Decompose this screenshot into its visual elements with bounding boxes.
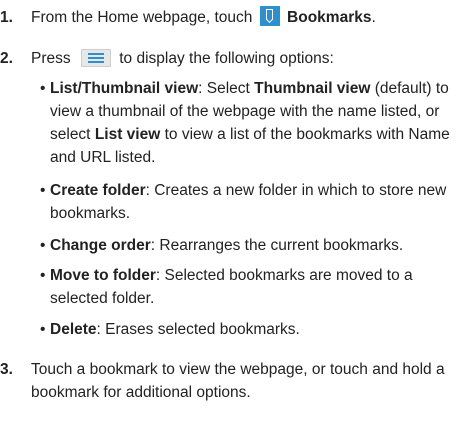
option-text: List/Thumbnail view: Select Thumbnail vi… [50, 77, 465, 169]
option-desc-part: : Select [198, 80, 255, 97]
step-number: 3. [0, 361, 13, 378]
option-desc: : Erases selected bookmarks. [96, 321, 300, 338]
bullet-dot: • [40, 267, 46, 284]
step-2-text-pre: Press [31, 50, 71, 67]
option-term: List/Thumbnail view [50, 80, 199, 97]
option-term-inline: List view [94, 126, 161, 143]
option-text: Change order: Rearranges the current boo… [50, 234, 465, 257]
bookmarks-icon [259, 6, 280, 26]
step-number: 1. [0, 9, 13, 26]
step-text: Press to display the following options: [31, 47, 461, 70]
option-desc: : Rearranges the current bookmarks. [150, 237, 404, 254]
option-text: Delete: Erases selected bookmarks. [50, 318, 465, 341]
step-1-text-pre: From the Home webpage, touch [31, 9, 253, 26]
step-2-text-post: to display the following options: [119, 50, 334, 67]
step-number: 2. [0, 50, 13, 67]
bullet-dot: • [40, 182, 46, 199]
bookmarks-label: Bookmarks [287, 9, 372, 26]
option-term-inline: Thumbnail view [254, 80, 371, 97]
bullet-dot: • [40, 80, 46, 97]
bullet-dot: • [40, 237, 46, 254]
step-text: From the Home webpage, touch Bookmarks. [31, 6, 461, 29]
menu-icon [80, 49, 111, 67]
option-term: Change order [50, 237, 151, 254]
option-text: Create folder: Creates a new folder in w… [50, 179, 465, 225]
option-term: Create folder [50, 182, 146, 199]
option-term: Move to folder [50, 267, 156, 284]
step-1-text-post: . [371, 9, 376, 26]
option-list-thumbnail-view: • List/Thumbnail view: Select Thumbnail … [40, 77, 465, 173]
step-text: Touch a bookmark to view the webpage, or… [31, 361, 445, 401]
bullet-dot: • [40, 321, 46, 338]
option-term: Delete [50, 321, 97, 338]
option-text: Move to folder: Selected bookmarks are m… [50, 264, 465, 310]
